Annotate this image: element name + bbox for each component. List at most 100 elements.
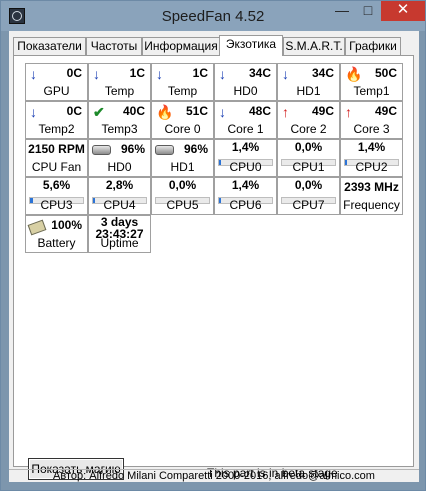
tab-information[interactable]: Информация: [142, 37, 220, 55]
reading-value: 96%: [183, 142, 208, 156]
arrow-down-icon: ↓: [30, 66, 37, 82]
tab-smart[interactable]: S.M.A.R.T.: [283, 37, 345, 55]
reading-cell: 0,0% CPU7: [277, 177, 340, 215]
reading-value: 34C: [248, 66, 271, 80]
reading-value: 34C: [311, 66, 334, 80]
reading-label: Frequency: [343, 198, 400, 212]
reading-value: 1,4%: [231, 178, 260, 192]
title-bar[interactable]: SpeedFan 4.52 — □ ✕: [1, 1, 425, 31]
reading-value: 5,6%: [42, 178, 71, 192]
reading-value: 100%: [51, 218, 82, 232]
reading-label: CPU7: [292, 198, 325, 212]
reading-cell: 3 days 23:43:27 Uptime: [88, 215, 151, 253]
reading-label: HD0: [233, 84, 258, 98]
reading-label: Temp: [167, 84, 198, 98]
reading-cell: 1,4% CPU0: [214, 139, 277, 177]
reading-cell: 2393 MHz Frequency: [340, 177, 403, 215]
reading-cell: 96% HD1: [151, 139, 214, 177]
arrow-up-icon: ↑: [282, 104, 289, 120]
speedfan-window: SpeedFan 4.52 — □ ✕ Показатели Частоты И…: [0, 0, 426, 491]
reading-label: Temp3: [101, 122, 138, 136]
reading-label: Core 0: [164, 122, 201, 136]
exotics-panel: ↓ 0C GPU ↓ 1C Temp ↓ 1C Temp ↓ 34C HD0 ↓ 34C HD1 🔥 50C Te…: [13, 55, 414, 480]
reading-value: 1C: [129, 66, 145, 80]
reading-label: Temp2: [38, 122, 75, 136]
reading-label: CPU5: [166, 198, 199, 212]
tab-charts[interactable]: Графики: [345, 37, 401, 55]
reading-label: Core 1: [227, 122, 264, 136]
reading-cell: 2150 RPM CPU Fan: [25, 139, 88, 177]
reading-value: 1C: [192, 66, 208, 80]
reading-value: 2,8%: [105, 178, 134, 192]
status-bar: Автор: Alfredo Milani Comparetti 2000-20…: [9, 469, 419, 483]
reading-value: 49C: [311, 104, 334, 118]
maximize-button[interactable]: □: [355, 1, 381, 21]
tab-indicators[interactable]: Показатели: [13, 37, 86, 55]
reading-value: 2393 MHz: [344, 180, 399, 194]
reading-value: 48C: [248, 104, 271, 118]
close-button[interactable]: ✕: [381, 1, 425, 21]
reading-label: Core 3: [353, 122, 390, 136]
reading-cell: 1,4% CPU2: [340, 139, 403, 177]
reading-cell: ↓ 0C Temp2: [25, 101, 88, 139]
reading-label: CPU0: [229, 160, 262, 174]
arrow-down-icon: ↓: [156, 66, 163, 82]
reading-cell: ↓ 0C GPU: [25, 63, 88, 101]
tab-exotics[interactable]: Экзотика: [219, 35, 283, 56]
flame-icon: 🔥: [156, 104, 174, 120]
reading-value: 0,0%: [294, 140, 323, 154]
reading-label: CPU4: [103, 198, 136, 212]
reading-label: CPU2: [355, 160, 388, 174]
battery-icon: [27, 219, 47, 236]
reading-cell: 🔥 51C Core 0: [151, 101, 214, 139]
reading-cell: 5,6% CPU3: [25, 177, 88, 215]
reading-cell: 🔥 50C Temp1: [340, 63, 403, 101]
reading-value: 1,4%: [357, 140, 386, 154]
reading-cell: ↑ 49C Core 3: [340, 101, 403, 139]
reading-cell: 1,4% CPU6: [214, 177, 277, 215]
client-area: Показатели Частоты Информация Экзотика S…: [9, 31, 419, 482]
reading-value: 40C: [122, 104, 145, 118]
minimize-button[interactable]: —: [329, 1, 355, 21]
reading-label: CPU Fan: [31, 160, 82, 174]
reading-label: Temp1: [353, 84, 390, 98]
reading-cell: 0,0% CPU5: [151, 177, 214, 215]
reading-cell: ✔ 40C Temp3: [88, 101, 151, 139]
reading-cell: 100% Battery: [25, 215, 88, 253]
reading-cell: ↑ 49C Core 2: [277, 101, 340, 139]
check-icon: ✔: [93, 104, 105, 120]
arrow-up-icon: ↑: [345, 104, 352, 120]
tab-frequencies[interactable]: Частоты: [86, 37, 142, 55]
flame-icon: 🔥: [345, 66, 363, 82]
reading-label: CPU6: [229, 198, 262, 212]
reading-cell: 2,8% CPU4: [88, 177, 151, 215]
reading-cell: 0,0% CPU1: [277, 139, 340, 177]
reading-label: Temp: [104, 84, 135, 98]
reading-cell: ↓ 34C HD0: [214, 63, 277, 101]
arrow-down-icon: ↓: [219, 104, 226, 120]
reading-label: Battery: [37, 236, 76, 250]
reading-label: Core 2: [290, 122, 327, 136]
reading-label: HD1: [170, 160, 195, 174]
hdd-icon: [155, 145, 174, 155]
reading-value: 1,4%: [231, 140, 260, 154]
arrow-down-icon: ↓: [93, 66, 100, 82]
reading-value: 0,0%: [168, 178, 197, 192]
reading-label: CPU3: [40, 198, 73, 212]
arrow-down-icon: ↓: [30, 104, 37, 120]
reading-value: 96%: [120, 142, 145, 156]
arrow-down-icon: ↓: [219, 66, 226, 82]
reading-value: 49C: [374, 104, 397, 118]
reading-cell: ↓ 1C Temp: [151, 63, 214, 101]
reading-label: HD0: [107, 160, 132, 174]
reading-value: 50C: [374, 66, 397, 80]
reading-label: HD1: [296, 84, 321, 98]
reading-cell: ↓ 34C HD1: [277, 63, 340, 101]
reading-label: Uptime: [100, 236, 139, 250]
reading-cell: 96% HD0: [88, 139, 151, 177]
reading-value: 2150 RPM: [28, 142, 85, 156]
hdd-icon: [92, 145, 111, 155]
reading-label: GPU: [43, 84, 70, 98]
reading-value: 0C: [66, 66, 82, 80]
reading-cell: ↓ 48C Core 1: [214, 101, 277, 139]
